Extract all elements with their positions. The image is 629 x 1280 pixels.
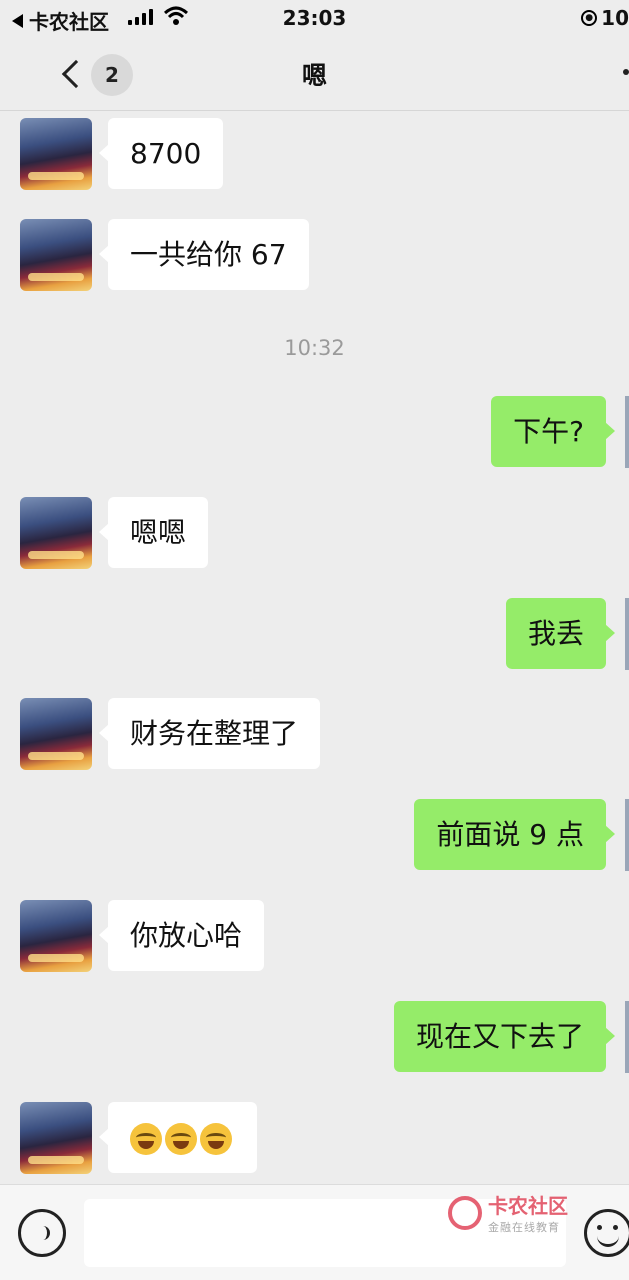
message-timestamp: 10:32 (284, 336, 345, 360)
contact-avatar[interactable] (20, 118, 92, 190)
more-options-icon[interactable] (623, 69, 629, 75)
contact-avatar[interactable] (20, 698, 92, 770)
status-time: 23:03 (282, 6, 347, 30)
emoji-picker-button[interactable] (584, 1209, 629, 1257)
outgoing-message[interactable]: 前面说 9 点 (414, 799, 615, 870)
chat-nav-bar: 2 嗯 (0, 38, 629, 111)
orientation-lock-icon: ● (581, 10, 598, 26)
incoming-message[interactable]: 8700 (98, 118, 224, 189)
watermark-name: 卡农社区 (488, 1194, 568, 1218)
incoming-emoji-message[interactable] (99, 1102, 257, 1173)
self-avatar[interactable] (625, 598, 629, 670)
incoming-message[interactable]: 你放心哈 (98, 900, 265, 971)
incoming-message[interactable]: 一共给你 67 (99, 219, 309, 290)
outgoing-message[interactable]: 我丢 (505, 598, 616, 669)
battery-level: 10 (601, 6, 629, 30)
self-avatar[interactable] (625, 799, 629, 871)
voice-input-button[interactable] (18, 1209, 66, 1257)
self-avatar[interactable] (625, 1001, 629, 1073)
self-avatar[interactable] (625, 396, 629, 468)
incoming-message[interactable]: 财务在整理了 (98, 698, 321, 769)
crying-laughing-emoji-icon (200, 1123, 232, 1155)
crying-laughing-emoji-icon (165, 1123, 197, 1155)
watermark: 卡农社区 金融在线教育 (448, 1190, 568, 1235)
contact-avatar[interactable] (20, 1102, 92, 1174)
outgoing-message[interactable]: 下午? (491, 396, 615, 467)
status-bar: 卡农社区 23:03 ● 10 (0, 0, 629, 38)
incoming-message[interactable]: 嗯嗯 (98, 497, 209, 568)
outgoing-message[interactable]: 现在又下去了 (393, 1001, 616, 1072)
sound-wave-icon (36, 1226, 50, 1240)
contact-avatar[interactable] (20, 900, 92, 972)
crying-laughing-emoji-icon (130, 1123, 162, 1155)
watermark-subtitle: 金融在线教育 (488, 1221, 560, 1234)
watermark-logo-icon (448, 1195, 482, 1230)
contact-avatar[interactable] (20, 219, 92, 291)
battery-indicator: ● 10 (581, 6, 629, 30)
chat-title: 嗯 (301, 61, 327, 90)
contact-avatar[interactable] (20, 497, 92, 569)
